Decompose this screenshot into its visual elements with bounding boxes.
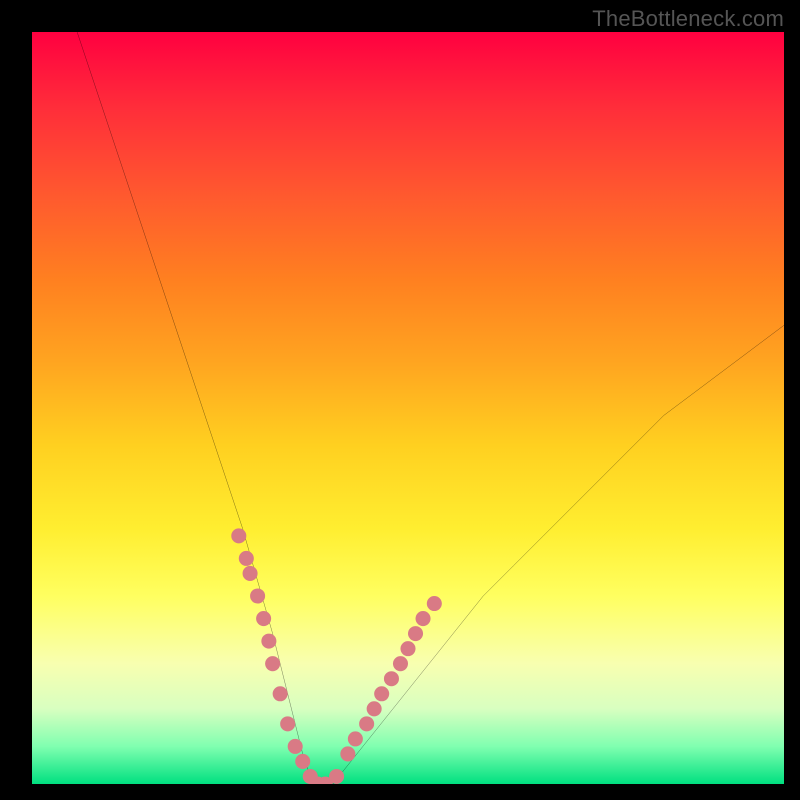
watermark-text: TheBottleneck.com: [592, 6, 784, 32]
figure-frame: TheBottleneck.com: [0, 0, 800, 800]
plot-background: [32, 32, 784, 784]
